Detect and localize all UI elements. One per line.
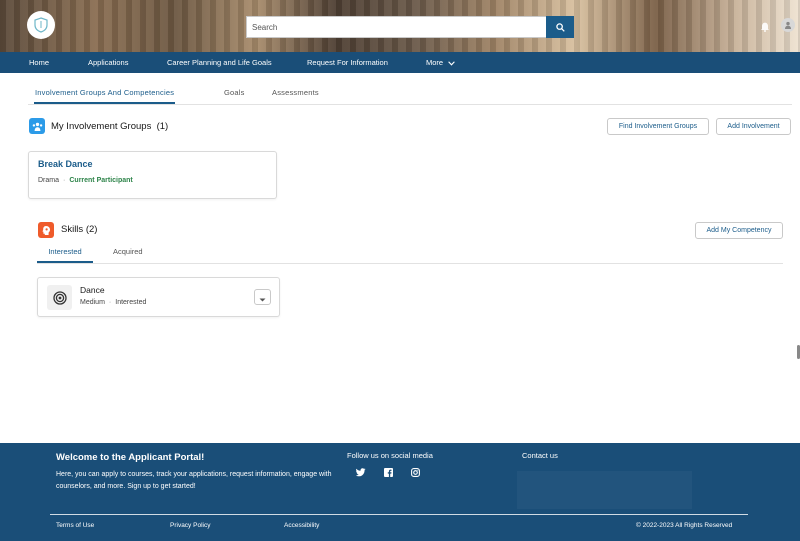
- main-nav: Home Applications Career Planning and Li…: [0, 52, 800, 73]
- nav-item-more[interactable]: More: [426, 52, 455, 73]
- tab-involvement-groups[interactable]: Involvement Groups And Competencies: [34, 84, 176, 104]
- skill-name: Dance: [80, 285, 105, 295]
- page-tabs: Involvement Groups And Competencies Goal…: [28, 84, 792, 105]
- footer-divider: [50, 514, 748, 515]
- target-icon: [47, 285, 72, 310]
- tab-acquired[interactable]: Acquired: [113, 243, 143, 263]
- footer-description: Here, you can apply to courses, track yo…: [56, 471, 332, 490]
- tab-assessments[interactable]: Assessments: [272, 84, 319, 104]
- footer-contact-label: Contact us: [522, 451, 558, 460]
- involvement-group-meta: Drama · Current Participant: [38, 177, 133, 184]
- facebook-icon[interactable]: [383, 467, 393, 477]
- contact-info-area: [517, 471, 692, 509]
- skill-status: Interested: [115, 299, 147, 306]
- add-my-competency-button[interactable]: Add My Competency: [695, 222, 783, 239]
- skills-title-text: Skills: [61, 224, 84, 235]
- user-avatar[interactable]: [781, 18, 795, 32]
- find-involvement-groups-button[interactable]: Find Involvement Groups: [607, 118, 709, 135]
- involvement-group-card[interactable]: Break Dance Drama · Current Participant: [28, 151, 277, 199]
- nav-more-label: More: [426, 58, 444, 67]
- skills-icon: [38, 222, 54, 238]
- separator-dot: ·: [108, 299, 112, 306]
- nav-item-career-planning[interactable]: Career Planning and Life Goals: [167, 52, 272, 73]
- tab-goals[interactable]: Goals: [224, 84, 245, 104]
- involvement-group-status: Current Participant: [69, 177, 133, 184]
- footer-title: Welcome to the Applicant Portal!: [56, 452, 205, 463]
- involvement-groups-title: My Involvement Groups (1): [51, 121, 168, 132]
- involvement-groups-count: (1): [156, 121, 169, 132]
- user-icon: [784, 16, 792, 34]
- groups-icon: [29, 118, 45, 134]
- skills-title: Skills (2): [61, 224, 97, 235]
- footer: Welcome to the Applicant Portal! Here, y…: [0, 443, 800, 541]
- search-icon: [555, 20, 565, 35]
- nav-item-applications[interactable]: Applications: [88, 52, 128, 73]
- separator-dot: ·: [63, 177, 66, 184]
- nav-item-home[interactable]: Home: [29, 52, 49, 73]
- accessibility-link[interactable]: Accessibility: [284, 522, 319, 529]
- privacy-policy-link[interactable]: Privacy Policy: [170, 522, 210, 529]
- add-involvement-button[interactable]: Add Involvement: [716, 118, 791, 135]
- chevron-down-icon: [448, 53, 455, 74]
- skills-subtabs: Interested Acquired: [37, 243, 783, 264]
- skill-actions-button[interactable]: [254, 289, 271, 305]
- involvement-group-category: Drama: [38, 177, 60, 184]
- skill-level: Medium: [80, 299, 105, 306]
- skills-count: (2): [85, 224, 98, 235]
- footer-follow-label: Follow us on social media: [347, 451, 433, 460]
- search-button[interactable]: [546, 16, 574, 38]
- twitter-icon[interactable]: [356, 467, 366, 477]
- skill-meta: Medium · Interested: [80, 299, 146, 306]
- involvement-group-name[interactable]: Break Dance: [38, 159, 93, 169]
- copyright-text: © 2022-2023 All Rights Reserved: [636, 522, 733, 529]
- involvement-groups-title-text: My Involvement Groups: [51, 121, 152, 132]
- nav-item-request-for-information[interactable]: Request For Information: [307, 52, 388, 73]
- tab-interested[interactable]: Interested: [37, 243, 93, 263]
- caret-down-icon: [259, 290, 266, 305]
- terms-of-use-link[interactable]: Terms of Use: [56, 522, 94, 529]
- skill-card[interactable]: Dance Medium · Interested: [37, 277, 280, 317]
- bell-icon[interactable]: [760, 19, 770, 37]
- instagram-icon[interactable]: [410, 467, 420, 477]
- search-bar: [246, 16, 574, 38]
- shield-icon[interactable]: [27, 11, 55, 39]
- search-input[interactable]: [246, 16, 546, 38]
